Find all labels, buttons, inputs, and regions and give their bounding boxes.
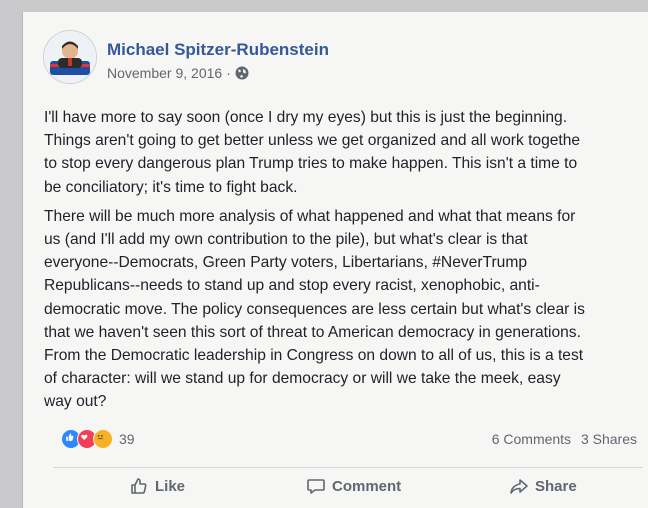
post-line: Things aren't going to get better unless…	[44, 132, 581, 150]
post-date[interactable]: November 9, 2016	[107, 65, 222, 81]
like-button[interactable]: Like	[129, 476, 185, 496]
like-label: Like	[155, 477, 186, 495]
post-line: us (and I'll add my own contribution to …	[44, 231, 528, 249]
author-name[interactable]: Michael Spitzer-Rubenstein	[107, 40, 329, 60]
post-body: I'll have more to say soon (once I dry m…	[44, 106, 644, 414]
post-line: From the Democratic leadership in Congre…	[44, 347, 584, 365]
post-paragraph-2: There will be much more analysis of what…	[44, 205, 644, 414]
post-line: I'll have more to say soon (once I dry m…	[44, 109, 568, 126]
thumbs-up-icon	[131, 478, 147, 494]
avatar-image	[44, 31, 96, 83]
post-stats: 6 Comments 3 Shares	[492, 431, 637, 447]
comment-label: Comment	[332, 477, 402, 495]
comment-icon	[307, 479, 325, 494]
share-button[interactable]: Share	[509, 476, 577, 496]
post-line: that we haven't seen this sort of threat…	[44, 323, 581, 341]
post-line: to stop every dangerous plan Trump tries…	[44, 155, 578, 173]
reactions-summary[interactable]: 39	[61, 429, 135, 449]
post-line: everyone--Democrats, Green Party voters,…	[44, 254, 528, 272]
facebook-post-card: Michael Spitzer-Rubenstein November 9, 2…	[22, 12, 648, 508]
author-avatar[interactable]	[43, 30, 97, 84]
share-label: Share	[535, 477, 577, 495]
meta-separator: ·	[226, 65, 231, 81]
comments-count[interactable]: 6 Comments	[492, 431, 571, 447]
comment-button[interactable]: Comment	[306, 476, 401, 496]
post-line: There will be much more analysis of what…	[44, 207, 576, 225]
shares-count[interactable]: 3 Shares	[581, 431, 637, 447]
post-line: Republicans--needs to stand up and stop …	[44, 277, 540, 295]
post-line: of character: will we stand up for democ…	[44, 370, 561, 388]
post-line: democratic move. The policy consequences…	[44, 300, 585, 318]
post-line: way out?	[44, 393, 107, 411]
globe-icon[interactable]	[235, 66, 249, 80]
post-line: be conciliatory; it's time to fight back…	[44, 178, 298, 196]
post-meta: November 9, 2016 ·	[107, 65, 249, 81]
sad-reaction-icon	[93, 429, 113, 449]
post-paragraph-1: I'll have more to say soon (once I dry m…	[44, 106, 644, 199]
actions-divider	[53, 467, 643, 468]
share-icon	[510, 479, 528, 494]
reaction-count[interactable]: 39	[119, 431, 135, 447]
